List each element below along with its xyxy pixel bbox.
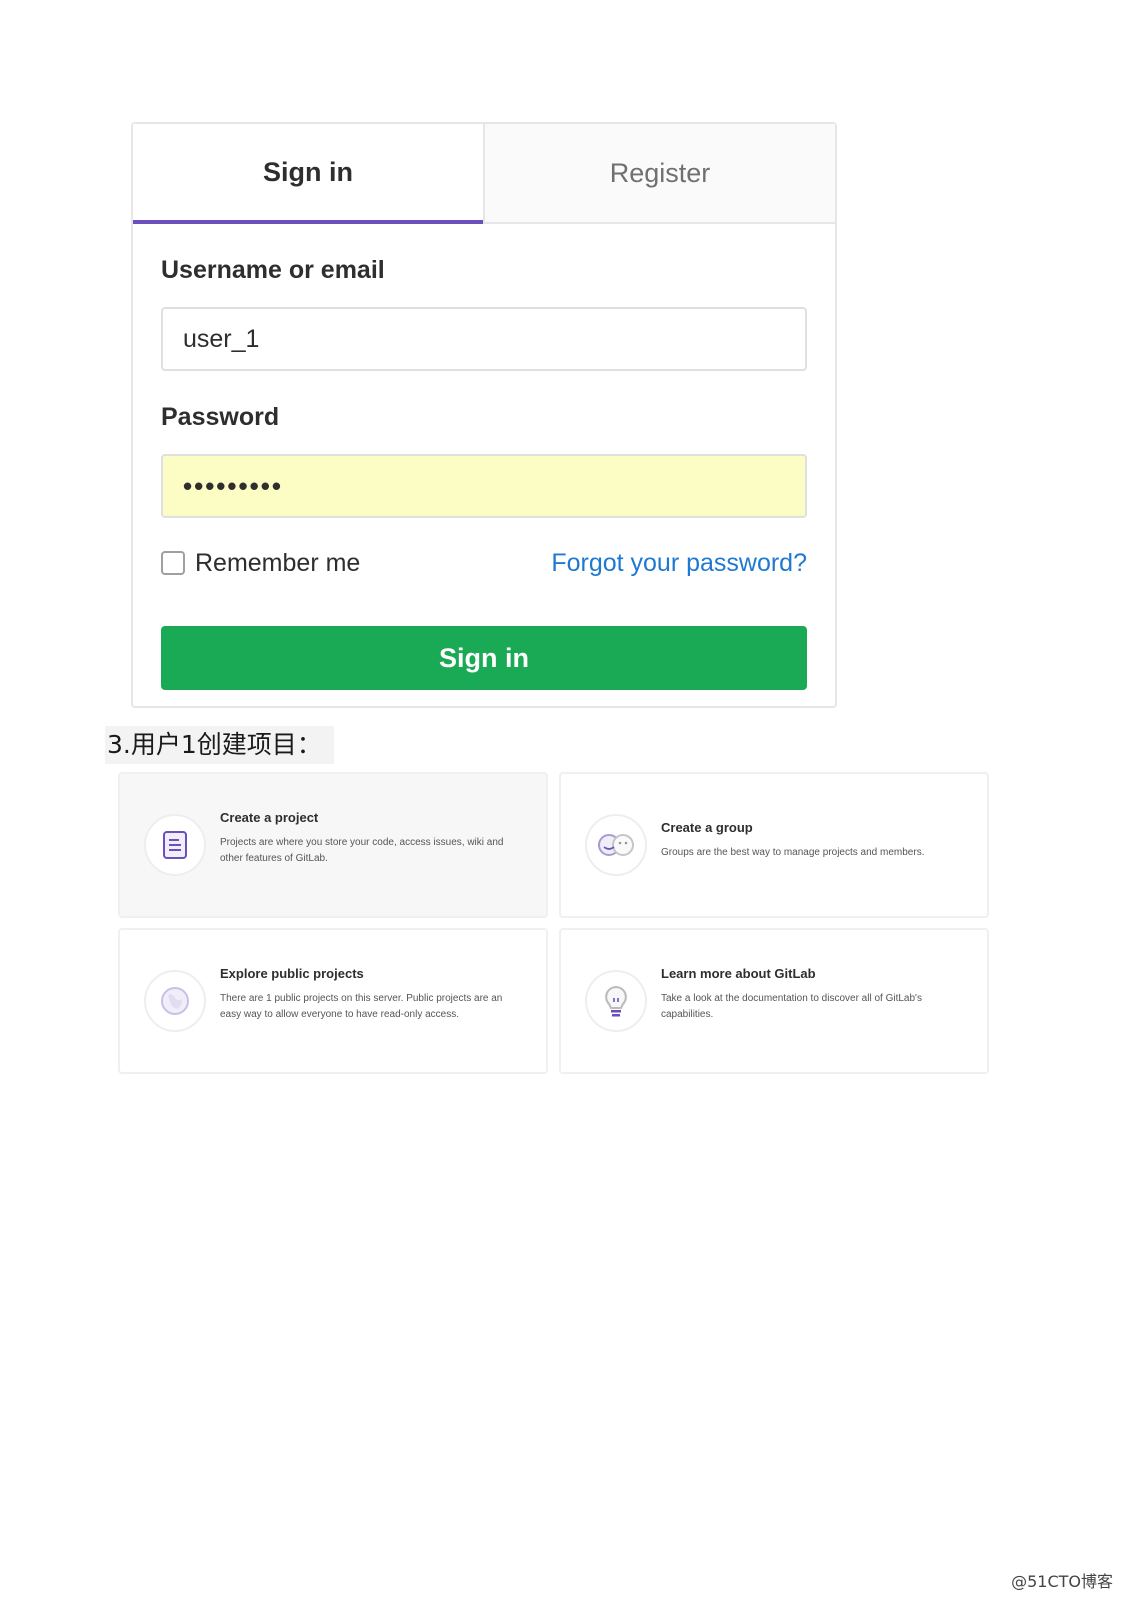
remember-me-checkbox[interactable] [161,551,185,575]
explore-projects-text: Explore public projects There are 1 publ… [220,966,524,1023]
card-description: There are 1 public projects on this serv… [220,993,503,1020]
forgot-password-link[interactable]: Forgot your password? [551,549,807,578]
card-description: Take a look at the documentation to disc… [661,993,922,1020]
remember-me: Remember me [161,549,360,578]
sign-in-button[interactable]: Sign in [161,626,807,690]
learn-gitlab-text: Learn more about GitLab Take a look at t… [661,966,965,1023]
watermark: @51CTO博客 [1011,1572,1113,1591]
learn-gitlab-card[interactable]: Learn more about GitLab Take a look at t… [559,928,989,1074]
login-tabs: Sign in Register [133,124,835,224]
card-description: Groups are the best way to manage projec… [661,847,925,858]
password-input[interactable] [161,454,807,518]
create-group-text: Create a group Groups are the best way t… [661,820,965,861]
step-heading: 3.用户1创建项目： [105,726,334,764]
tab-register[interactable]: Register [483,124,835,222]
login-card: Sign in Register Username or email Passw… [131,122,837,708]
remember-me-label[interactable]: Remember me [195,549,360,578]
project-icon [144,814,206,876]
globe-icon [144,970,206,1032]
card-title: Create a project [220,810,319,825]
card-title: Create a group [661,820,753,835]
explore-projects-card[interactable]: Explore public projects There are 1 publ… [118,928,548,1074]
tab-sign-in[interactable]: Sign in [133,124,483,224]
login-form: Username or email Password Remember me F… [133,224,835,690]
create-project-card[interactable]: Create a project Projects are where you … [118,772,548,918]
card-description: Projects are where you store your code, … [220,837,504,864]
remember-row: Remember me Forgot your password? [161,545,807,581]
card-title: Explore public projects [220,966,364,981]
lightbulb-icon [585,970,647,1032]
username-input[interactable] [161,307,807,371]
username-label: Username or email [161,256,385,284]
password-label: Password [161,403,280,431]
create-project-text: Create a project Projects are where you … [220,810,524,867]
group-icon [585,814,647,876]
card-title: Learn more about GitLab [661,966,816,981]
create-group-card[interactable]: Create a group Groups are the best way t… [559,772,989,918]
